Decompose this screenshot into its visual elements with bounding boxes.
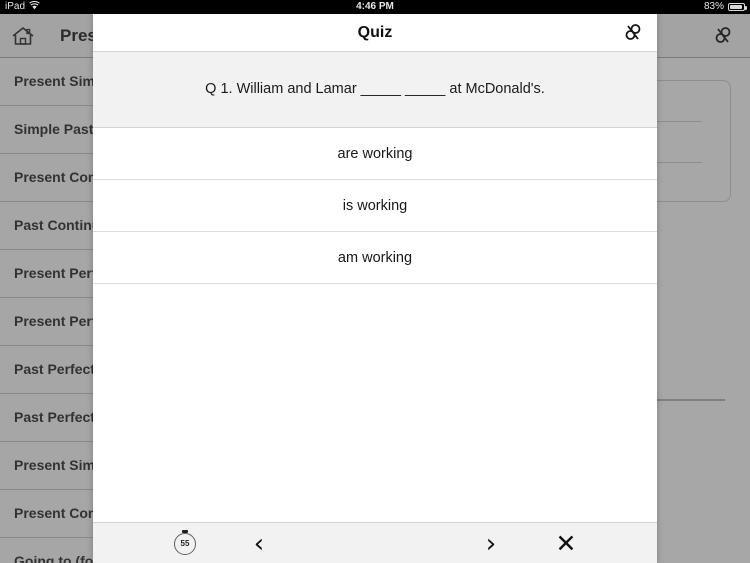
chevron-left-icon[interactable]: ‹ [239,523,279,563]
close-icon[interactable]: ✕ [546,523,586,563]
answer-option-label: are working [337,145,413,162]
stopwatch-icon[interactable]: 55 [165,523,205,563]
answer-option-label: is working [342,197,408,214]
close-button-label: ✕ [555,529,577,558]
group-icon[interactable] [619,20,647,46]
chevron-right-icon[interactable]: › [471,523,511,563]
answer-option-0[interactable]: are working [93,128,657,180]
answer-option-label: am working [337,249,413,266]
status-bar: iPad 4:46 PM 83% [0,0,750,14]
answer-options-list: are working is working am working [93,128,657,284]
battery-percent-label: 83% [703,1,724,12]
quiz-modal-header: Quiz [93,14,657,52]
previous-button-label: ‹ [253,528,265,559]
battery-icon [728,3,747,11]
timer-value: 55 [180,539,190,548]
quiz-modal-body-spacer [93,284,657,522]
quiz-toolbar: 55 ‹ › ✕ [93,522,657,563]
next-button-label: › [485,528,497,559]
quiz-modal: Quiz Q 1. William and Lamar _____ _____ … [93,14,657,563]
status-bar-right: 83% [703,0,747,14]
answer-option-1[interactable]: is working [93,180,657,232]
quiz-title: Quiz [357,24,393,41]
question-text: Q 1. William and Lamar _____ _____ at Mc… [205,81,545,98]
status-bar-time: 4:46 PM [356,1,394,12]
timer-badge: 55 [174,532,196,555]
answer-option-2[interactable]: am working [93,232,657,284]
screen: iPad 4:46 PM 83% Present Present Simple … [0,0,750,563]
question-area: Q 1. William and Lamar _____ _____ at Mc… [93,52,657,128]
